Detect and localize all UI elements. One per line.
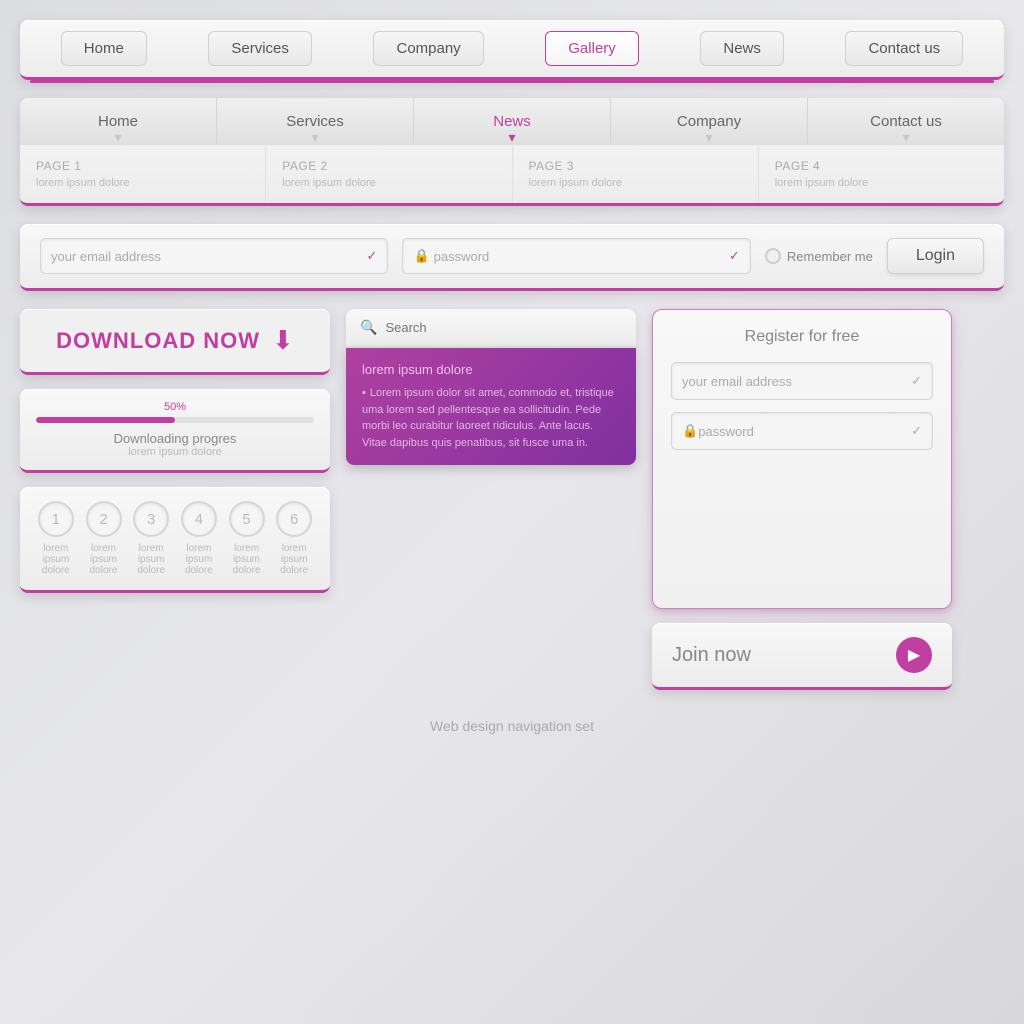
nav-company[interactable]: Company [373, 31, 483, 66]
step-circle-6: 6 [276, 501, 312, 537]
nav-page-4[interactable]: PAGE 4 lorem ipsum dolore [759, 145, 1004, 203]
step-5[interactable]: 5 lorem ipsum dolore [227, 501, 267, 576]
step-circle-1: 1 [38, 501, 74, 537]
step-label-3: lorem ipsum dolore [131, 543, 171, 576]
nav-pages-row: PAGE 1 lorem ipsum dolore PAGE 2 lorem i… [20, 144, 1004, 203]
page-3-desc: lorem ipsum dolore [529, 177, 742, 189]
step-label-1: lorem ipsum dolore [36, 543, 76, 576]
nav-bar-2: Home Services News Company Contact us PA… [20, 98, 1004, 206]
step-label-5: lorem ipsum dolore [227, 543, 267, 576]
check-icon-2: ✓ [729, 248, 740, 264]
page-footer: Web design navigation set [20, 718, 1004, 744]
page-wrapper: depositphotos depositphotos Home Service… [0, 0, 1024, 1024]
register-email-input[interactable]: your email address ✓ [671, 362, 933, 400]
step-circle-3: 3 [133, 501, 169, 537]
register-check-icon-2: ✓ [911, 423, 922, 439]
register-title: Register for free [671, 328, 933, 346]
register-lock-icon: 🔒 [682, 423, 698, 439]
progress-status: Downloading progres [36, 431, 314, 446]
login-bar: your email address ✓ 🔒 password ✓ Rememb… [20, 224, 1004, 291]
page-3-title: PAGE 3 [529, 159, 742, 173]
step-circle-4: 4 [181, 501, 217, 537]
remember-label: Remember me [787, 249, 873, 264]
progress-track [36, 417, 314, 423]
step-6[interactable]: 6 lorem ipsum dolore [274, 501, 314, 576]
join-button[interactable]: Join now ▶ [652, 623, 952, 690]
search-icon: 🔍 [360, 319, 377, 336]
tab-news[interactable]: News [414, 98, 611, 144]
nav-tabs-row: Home Services News Company Contact us [20, 98, 1004, 144]
download-button[interactable]: DOWNLOAD NOW ⬇ [20, 309, 330, 375]
tab-contact[interactable]: Contact us [808, 98, 1004, 144]
steps-row: 1 lorem ipsum dolore 2 lorem ipsum dolor… [36, 501, 314, 576]
nav-contact[interactable]: Contact us [845, 31, 963, 66]
step-label-6: lorem ipsum dolore [274, 543, 314, 576]
page-4-desc: lorem ipsum dolore [775, 177, 988, 189]
step-2[interactable]: 2 lorem ipsum dolore [84, 501, 124, 576]
download-icon: ⬇ [272, 325, 294, 356]
tooltip-text: •Lorem ipsum dolor sit amet, commodo et,… [362, 385, 620, 451]
tab-company[interactable]: Company [611, 98, 808, 144]
page-2-desc: lorem ipsum dolore [282, 177, 495, 189]
tooltip-title: lorem ipsum dolore [362, 362, 620, 377]
register-password-input[interactable]: 🔒 password ✓ [671, 412, 933, 450]
nav-page-3[interactable]: PAGE 3 lorem ipsum dolore [513, 145, 759, 203]
check-icon: ✓ [367, 248, 378, 264]
nav-page-1[interactable]: PAGE 1 lorem ipsum dolore [20, 145, 266, 203]
page-1-desc: lorem ipsum dolore [36, 177, 249, 189]
join-arrow-icon: ▶ [896, 637, 932, 673]
tab-home[interactable]: Home [20, 98, 217, 144]
download-label: DOWNLOAD NOW [56, 328, 260, 354]
nav-page-2[interactable]: PAGE 2 lorem ipsum dolore [266, 145, 512, 203]
lock-icon: 🔒 [413, 248, 429, 264]
remember-me[interactable]: Remember me [765, 248, 873, 264]
nav-home[interactable]: Home [61, 31, 147, 66]
nav-services[interactable]: Services [208, 31, 312, 66]
email-placeholder: your email address [51, 249, 161, 264]
steps-nav: 1 lorem ipsum dolore 2 lorem ipsum dolor… [20, 487, 330, 593]
register-password-placeholder: password [698, 424, 754, 439]
progress-sub: lorem ipsum dolore [36, 446, 314, 458]
register-section: Register for free your email address ✓ 🔒… [652, 309, 952, 690]
step-label-4: lorem ipsum dolore [179, 543, 219, 576]
register-box: Register for free your email address ✓ 🔒… [652, 309, 952, 609]
search-bar: 🔍 [346, 309, 636, 348]
progress-percent-label: 50% [36, 401, 314, 413]
email-input[interactable]: your email address ✓ [40, 238, 388, 274]
page-2-title: PAGE 2 [282, 159, 495, 173]
left-column: DOWNLOAD NOW ⬇ 50% Downloading progres l… [20, 309, 330, 593]
step-label-2: lorem ipsum dolore [84, 543, 124, 576]
register-email-placeholder: your email address [682, 374, 792, 389]
radio-circle [765, 248, 781, 264]
join-label: Join now [672, 644, 751, 667]
tooltip-box: lorem ipsum dolore •Lorem ipsum dolor si… [346, 348, 636, 465]
search-input[interactable] [385, 320, 622, 335]
password-placeholder: password [434, 249, 490, 264]
page-1-title: PAGE 1 [36, 159, 249, 173]
step-4[interactable]: 4 lorem ipsum dolore [179, 501, 219, 576]
password-input[interactable]: 🔒 password ✓ [402, 238, 750, 274]
search-tooltip-section: 🔍 lorem ipsum dolore •Lorem ipsum dolor … [346, 309, 636, 465]
step-3[interactable]: 3 lorem ipsum dolore [131, 501, 171, 576]
progress-box: 50% Downloading progres lorem ipsum dolo… [20, 389, 330, 473]
step-1[interactable]: 1 lorem ipsum dolore [36, 501, 76, 576]
nav-gallery[interactable]: Gallery [545, 31, 639, 66]
tab-services[interactable]: Services [217, 98, 414, 144]
register-check-icon: ✓ [911, 373, 922, 389]
nav-bar-1: Home Services Company Gallery News Conta… [20, 20, 1004, 80]
step-circle-5: 5 [229, 501, 265, 537]
step-circle-2: 2 [86, 501, 122, 537]
login-button[interactable]: Login [887, 238, 984, 274]
page-4-title: PAGE 4 [775, 159, 988, 173]
nav-news[interactable]: News [700, 31, 784, 66]
progress-fill [36, 417, 175, 423]
bottom-row: DOWNLOAD NOW ⬇ 50% Downloading progres l… [20, 309, 1004, 690]
